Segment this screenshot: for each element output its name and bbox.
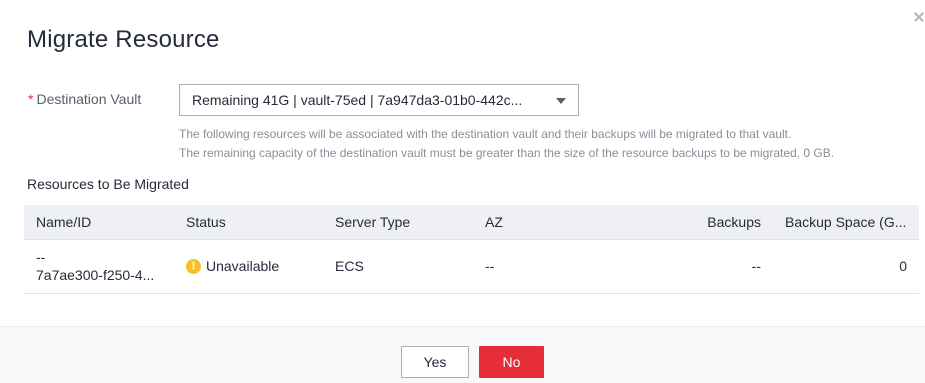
close-icon[interactable]	[913, 10, 925, 24]
dialog-footer: Yes No	[0, 326, 925, 383]
column-header-backups: Backups	[623, 205, 773, 240]
caret-down-icon	[556, 98, 566, 104]
destination-vault-label: * Destination Vault	[28, 91, 141, 107]
resource-name: --	[36, 249, 46, 265]
migrate-resource-dialog: Migrate Resource * Destination Vault Rema…	[0, 0, 925, 383]
status-text: Unavailable	[206, 258, 280, 274]
dialog-title: Migrate Resource	[27, 26, 220, 53]
destination-hint-2: The remaining capacity of the destinatio…	[179, 146, 835, 160]
warning-icon: !	[186, 258, 201, 274]
destination-hint-1: The following resources will be associat…	[179, 127, 792, 141]
table-header-row: Name/ID Status Server Type AZ Backups Ba…	[24, 205, 919, 240]
column-header-server-type: Server Type	[323, 205, 473, 240]
cell-status: ! Unavailable	[174, 239, 323, 294]
column-header-name-id: Name/ID	[24, 205, 174, 240]
column-header-az: AZ	[473, 205, 623, 240]
cell-name-id: -- 7a7ae300-f250-4...	[24, 239, 174, 294]
cell-az: --	[473, 239, 623, 294]
cell-backups: --	[623, 239, 773, 294]
table-row: -- 7a7ae300-f250-4... ! Unavailable ECS …	[24, 239, 919, 294]
column-header-backup-space: Backup Space (G...	[773, 205, 919, 240]
resources-section-title: Resources to Be Migrated	[27, 176, 189, 192]
yes-button[interactable]: Yes	[401, 346, 469, 378]
cell-server-type: ECS	[323, 239, 473, 294]
required-mark: *	[28, 91, 34, 107]
resources-table: Name/ID Status Server Type AZ Backups Ba…	[24, 205, 919, 294]
destination-vault-value: Remaining 41G | vault-75ed | 7a947da3-01…	[192, 92, 523, 108]
no-button[interactable]: No	[479, 346, 544, 378]
resource-id: 7a7ae300-f250-4...	[36, 267, 155, 283]
destination-vault-select[interactable]: Remaining 41G | vault-75ed | 7a947da3-01…	[179, 84, 579, 116]
column-header-status: Status	[174, 205, 323, 240]
cell-backup-space: 0	[773, 239, 919, 294]
destination-vault-label-text: Destination Vault	[36, 91, 142, 107]
